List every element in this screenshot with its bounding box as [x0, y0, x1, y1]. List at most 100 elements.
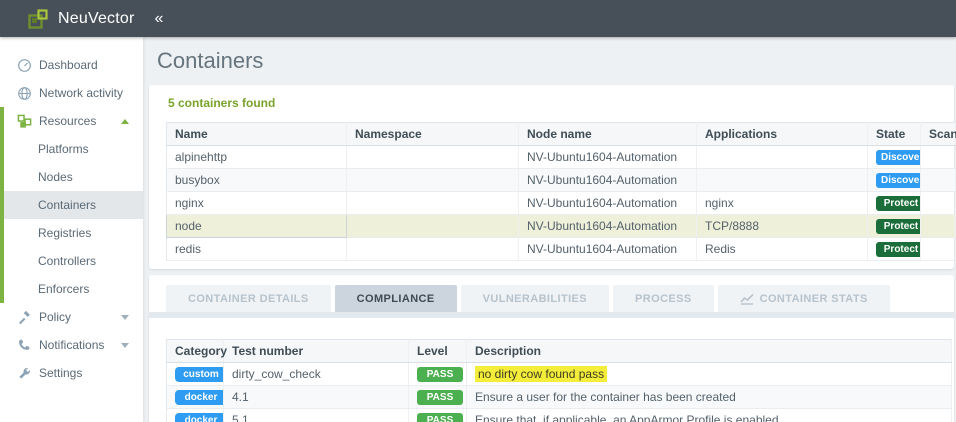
tab-label: CONTAINER STATS: [759, 292, 868, 305]
tab-label: PROCESS: [635, 292, 692, 305]
level-badge: PASS: [417, 390, 463, 405]
sidebar-item-dashboard[interactable]: Dashboard: [0, 51, 143, 79]
state-badge: Protect: [876, 196, 920, 211]
category-badge: docker: [175, 413, 223, 422]
column-header-scan[interactable]: Scan: [920, 122, 956, 146]
cell-level: PASS: [408, 408, 467, 422]
cell-state: Protect: [867, 237, 921, 261]
cell-applications: Redis: [696, 237, 868, 261]
chevron-up-icon[interactable]: [121, 118, 129, 124]
policy-icon: [19, 310, 30, 324]
sidebar-item-platforms[interactable]: Platforms: [4, 135, 143, 163]
cell-description: no dirty cow found pass: [466, 362, 952, 386]
cell-namespace: [346, 168, 519, 192]
tab-container-details[interactable]: CONTAINER DETAILS: [166, 285, 331, 312]
level-badge: PASS: [417, 367, 463, 382]
cell-scan: [920, 214, 956, 238]
sidebar-item-label: Platforms: [38, 142, 89, 156]
column-header-test-number[interactable]: Test number: [223, 339, 409, 363]
cell-description: Ensure that, if applicable, an AppArmor …: [466, 408, 952, 422]
sidebar-item-registries[interactable]: Registries: [4, 219, 143, 247]
top-bar: NeuVector «: [0, 0, 956, 37]
cell-name: node: [166, 214, 347, 238]
cell-node-name: NV-Ubuntu1604-Automation: [518, 168, 697, 192]
sidebar-item-label: Resources: [39, 114, 97, 128]
column-header-description[interactable]: Description: [466, 339, 952, 363]
table-row[interactable]: busybox NV-Ubuntu1604-Automation Discove…: [166, 168, 956, 192]
cell-scan: [920, 168, 956, 192]
cell-description: Ensure a user for the container has been…: [466, 385, 952, 409]
cell-test-number: dirty_cow_check: [223, 362, 409, 386]
sidebar-item-label: Registries: [38, 226, 92, 240]
tab-label: VULNERABILITIES: [482, 292, 588, 305]
highlighted-description: no dirty cow found pass: [475, 366, 608, 382]
sidebar-item-nodes[interactable]: Nodes: [4, 163, 143, 191]
dashboard-icon: [18, 58, 31, 72]
sidebar-item-label: Network activity: [39, 86, 124, 100]
table-row[interactable]: docker 5.1 PASS Ensure that, if applicab…: [166, 408, 952, 422]
sidebar: Dashboard Network activity Resources Pla…: [0, 37, 143, 422]
sidebar-item-containers[interactable]: Containers: [4, 191, 143, 219]
table-row[interactable]: alpinehttp NV-Ubuntu1604-Automation Disc…: [166, 145, 956, 169]
detail-tabs: CONTAINER DETAILS COMPLIANCE VULNERABILI…: [149, 285, 954, 312]
table-row[interactable]: docker 4.1 PASS Ensure a user for the co…: [166, 385, 952, 409]
containers-card: 5 containers found Name Namespace Node n…: [149, 85, 956, 269]
sidebar-item-resources[interactable]: Resources: [4, 107, 143, 135]
phone-icon: [19, 338, 30, 350]
table-row[interactable]: redis NV-Ubuntu1604-Automation Redis Pro…: [166, 237, 956, 261]
page-title: Containers: [157, 48, 264, 73]
sidebar-item-label: Nodes: [38, 170, 73, 184]
resources-icon: [17, 114, 32, 128]
sidebar-item-network-activity[interactable]: Network activity: [0, 79, 143, 107]
sidebar-item-policy[interactable]: Policy: [0, 303, 143, 331]
chevron-down-icon[interactable]: [121, 314, 129, 320]
column-header-name[interactable]: Name: [166, 122, 347, 146]
compliance-table: Category Test number Level Description c…: [166, 339, 952, 422]
cell-node-name: NV-Ubuntu1604-Automation: [518, 145, 697, 169]
table-row[interactable]: nginx NV-Ubuntu1604-Automation nginx Pro…: [166, 191, 956, 215]
detail-card: CONTAINER DETAILS COMPLIANCE VULNERABILI…: [149, 275, 954, 422]
sidebar-item-notifications[interactable]: Notifications: [0, 331, 143, 359]
neuvector-logo-icon: [28, 8, 48, 29]
result-count: 5 containers found: [168, 96, 276, 110]
category-badge: docker: [175, 390, 223, 405]
table-row[interactable]: custom dirty_cow_check PASS no dirty cow…: [166, 362, 952, 386]
tab-process[interactable]: PROCESS: [613, 285, 714, 312]
sidebar-item-controllers[interactable]: Controllers: [4, 247, 143, 275]
cell-namespace: [346, 191, 519, 215]
sidebar-item-enforcers[interactable]: Enforcers: [4, 275, 143, 303]
chevron-down-icon[interactable]: [121, 342, 129, 348]
cell-category: custom: [166, 362, 224, 386]
tab-container-stats[interactable]: CONTAINER STATS: [717, 285, 890, 312]
cell-applications: [696, 145, 868, 169]
cell-namespace: [346, 214, 519, 238]
cell-applications: [696, 168, 868, 192]
state-badge: Protect: [876, 219, 920, 234]
cell-category: docker: [166, 385, 224, 409]
brand-name: NeuVector: [58, 9, 135, 27]
cell-node-name: NV-Ubuntu1604-Automation: [518, 237, 697, 261]
column-header-namespace[interactable]: Namespace: [346, 122, 519, 146]
cell-scan: [920, 191, 956, 215]
column-header-category[interactable]: Category: [166, 339, 227, 363]
cell-scan: [920, 237, 956, 261]
tab-label: CONTAINER DETAILS: [188, 292, 309, 305]
sidebar-item-settings[interactable]: Settings: [0, 359, 143, 387]
column-header-state[interactable]: State: [867, 122, 921, 146]
state-badge: Protect: [876, 242, 920, 257]
sidebar-item-label: Dashboard: [39, 58, 98, 72]
column-header-applications[interactable]: Applications: [696, 122, 868, 146]
sidebar-collapse-icon[interactable]: «: [155, 10, 164, 28]
tab-vulnerabilities[interactable]: VULNERABILITIES: [460, 285, 610, 312]
sidebar-item-label: Policy: [39, 310, 72, 324]
compliance-table-header: Category Test number Level Description: [166, 339, 952, 363]
tab-compliance[interactable]: COMPLIANCE: [334, 285, 457, 312]
sidebar-item-label: Controllers: [38, 254, 97, 268]
cell-test-number: 4.1: [223, 385, 409, 409]
cell-test-number: 5.1: [223, 408, 409, 422]
cell-name: nginx: [166, 191, 347, 215]
cell-level: PASS: [408, 385, 467, 409]
column-header-node-name[interactable]: Node name: [518, 122, 697, 146]
column-header-level[interactable]: Level: [408, 339, 467, 363]
table-row-selected[interactable]: node NV-Ubuntu1604-Automation TCP/8888 P…: [166, 214, 956, 238]
